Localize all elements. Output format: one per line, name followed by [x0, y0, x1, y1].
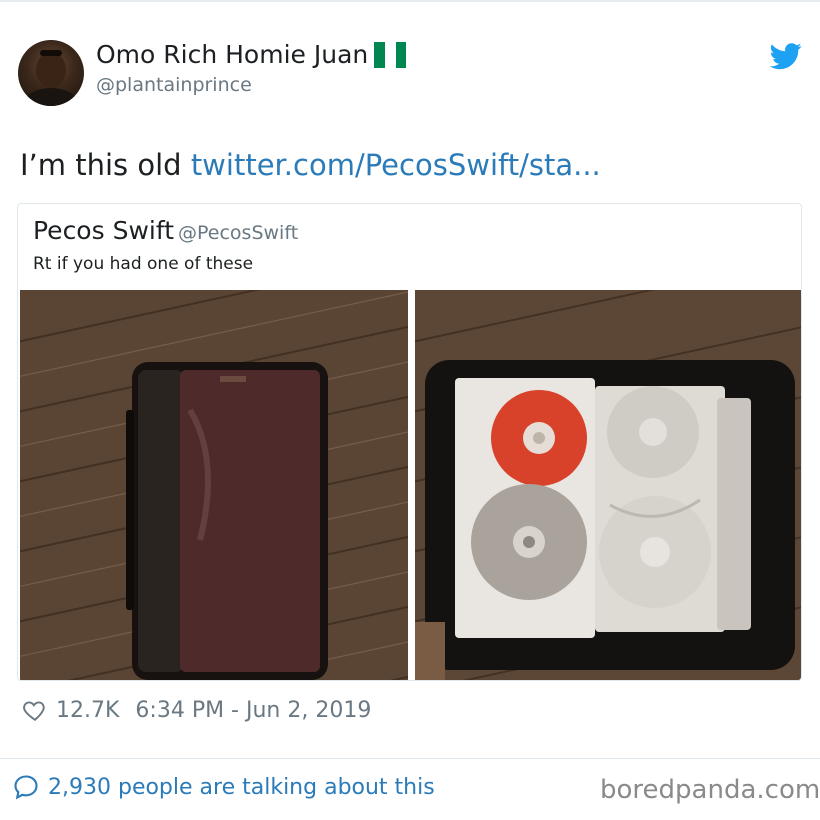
- like-count[interactable]: 12.7K: [56, 698, 119, 723]
- avatar-portrait: [25, 50, 77, 106]
- nigeria-flag-icon: [374, 41, 407, 68]
- footer-divider: [0, 758, 820, 759]
- quoted-author-name[interactable]: Pecos Swift: [33, 216, 174, 245]
- tweet-meta: 12.7K 6:34 PM - Jun 2, 2019: [22, 697, 371, 723]
- top-divider: [0, 0, 820, 2]
- display-name[interactable]: Omo Rich Homie Juan: [96, 40, 407, 69]
- watermark: boredpanda.com: [600, 775, 820, 805]
- tweet-body: I’m this old: [20, 148, 191, 182]
- quoted-tweet-card[interactable]: Pecos Swift @PecosSwift Rt if you had one…: [17, 203, 802, 681]
- closed-cd-case-photo[interactable]: [20, 290, 408, 680]
- open-cd-case-image: [415, 290, 801, 680]
- display-name-text[interactable]: Omo Rich Homie Juan: [96, 40, 368, 69]
- quoted-tweet-text: Rt if you had one of these: [33, 254, 254, 274]
- open-cd-case-photo[interactable]: [415, 290, 801, 680]
- avatar[interactable]: [18, 40, 84, 106]
- closed-cd-case-image: [20, 290, 408, 680]
- quoted-author-handle[interactable]: @PecosSwift: [178, 222, 298, 244]
- tweet-link[interactable]: twitter.com/PecosSwift/sta...: [191, 148, 601, 182]
- conversation-text[interactable]: 2,930 people are talking about this: [48, 775, 435, 800]
- conversation-link[interactable]: 2,930 people are talking about this: [12, 773, 435, 801]
- heart-icon[interactable]: [22, 697, 48, 723]
- twitter-bird-icon[interactable]: [770, 40, 802, 72]
- tweet-text: I’m this old twitter.com/PecosSwift/sta.…: [20, 148, 601, 182]
- tweet-timestamp[interactable]: 6:34 PM - Jun 2, 2019: [135, 698, 371, 723]
- author-handle[interactable]: @plantainprince: [96, 74, 252, 96]
- speech-bubble-icon: [14, 775, 38, 800]
- quoted-author[interactable]: Pecos Swift @PecosSwift: [33, 216, 298, 245]
